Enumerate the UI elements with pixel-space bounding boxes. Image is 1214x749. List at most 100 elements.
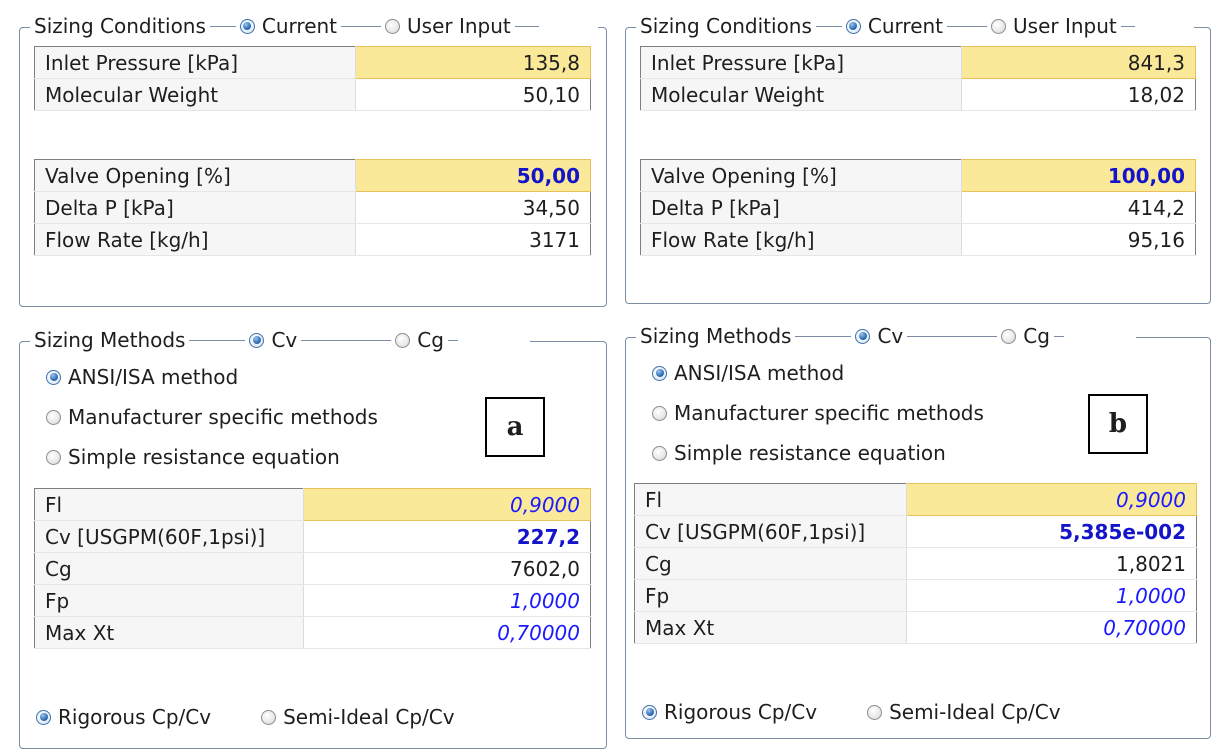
table-row: Delta P [kPa] 34,50 (34, 191, 591, 224)
table-row: Valve Opening [%] 50,00 (34, 159, 591, 192)
radio-unselected-icon (867, 704, 883, 720)
row-label: Fl (634, 483, 907, 516)
row-label: Max Xt (634, 611, 907, 644)
cp-cv-options: Rigorous Cp/Cv Semi-Ideal Cp/Cv (642, 700, 1061, 724)
row-label: Molecular Weight (34, 78, 356, 111)
ansi-isa-radio[interactable]: ANSI/ISA method (652, 353, 984, 393)
table-row: Cv [USGPM(60F,1psi)] 227,2 (34, 520, 591, 553)
cv-value-field[interactable]: 5,385e-002 (906, 515, 1197, 548)
radio-unselected-icon (46, 409, 61, 425)
cg-radio[interactable]: Cg (395, 328, 444, 352)
user-input-radio[interactable]: User Input (385, 14, 511, 38)
molecular-weight-field[interactable]: 18,02 (961, 78, 1196, 111)
table-row: Delta P [kPa] 414,2 (640, 191, 1196, 224)
cg-value-field[interactable]: 7602,0 (303, 552, 591, 585)
sizing-methods-title: Sizing Methods (640, 324, 792, 348)
sizing-conditions-legend: Sizing Conditions Current User Input (30, 11, 598, 41)
table-row: Max Xt 0,70000 (634, 611, 1197, 644)
row-label: Inlet Pressure [kPa] (640, 46, 962, 79)
flow-rate-field[interactable]: 95,16 (961, 223, 1196, 256)
radio-selected-icon (855, 328, 871, 344)
radio-unselected-icon (46, 449, 61, 465)
radio-unselected-icon (1001, 328, 1017, 344)
table-row: Cg 1,8021 (634, 547, 1197, 580)
table-row: Max Xt 0,70000 (34, 616, 591, 649)
cv-value-field[interactable]: 227,2 (303, 520, 591, 553)
row-label: Cg (34, 552, 304, 585)
conditions-table-1: Inlet Pressure [kPa] 135,8 Molecular Wei… (34, 46, 591, 111)
radio-unselected-icon (652, 445, 667, 461)
conditions-table-1: Inlet Pressure [kPa] 841,3 Molecular Wei… (640, 46, 1196, 111)
sizing-methods-title: Sizing Methods (34, 328, 186, 352)
table-row: Cv [USGPM(60F,1psi)] 5,385e-002 (634, 515, 1197, 548)
inlet-pressure-field[interactable]: 841,3 (961, 46, 1196, 79)
manufacturer-methods-radio[interactable]: Manufacturer specific methods (652, 393, 984, 433)
sizing-conditions-legend: Sizing Conditions Current User Input (636, 11, 1194, 41)
valve-opening-field[interactable]: 100,00 (961, 159, 1196, 192)
delta-p-field[interactable]: 34,50 (355, 191, 591, 224)
sizing-conditions-title: Sizing Conditions (640, 14, 812, 38)
manufacturer-methods-radio[interactable]: Manufacturer specific methods (46, 397, 378, 437)
radio-unselected-icon (652, 405, 667, 421)
radio-selected-icon (46, 369, 61, 385)
radio-selected-icon (239, 18, 255, 34)
cp-cv-options: Rigorous Cp/Cv Semi-Ideal Cp/Cv (36, 705, 455, 729)
semi-ideal-cp-cv-radio[interactable]: Semi-Ideal Cp/Cv (261, 705, 455, 729)
rigorous-cp-cv-radio[interactable]: Rigorous Cp/Cv (36, 705, 211, 729)
semi-ideal-cp-cv-radio[interactable]: Semi-Ideal Cp/Cv (867, 700, 1061, 724)
sizing-methods-legend: Sizing Methods Cv Cg (636, 321, 1136, 351)
cg-radio[interactable]: Cg (1001, 324, 1050, 348)
cv-radio[interactable]: Cv (249, 328, 297, 352)
table-row: Inlet Pressure [kPa] 841,3 (640, 46, 1196, 79)
molecular-weight-field[interactable]: 50,10 (355, 78, 591, 111)
table-row: Fp 1,0000 (34, 584, 591, 617)
flow-rate-field[interactable]: 3171 (355, 223, 591, 256)
row-label: Delta P [kPa] (34, 191, 356, 224)
panel-b: Sizing Conditions Current User Input Inl… (607, 0, 1214, 747)
fp-field[interactable]: 1,0000 (906, 579, 1197, 612)
simple-resistance-radio[interactable]: Simple resistance equation (652, 433, 984, 473)
row-label: Valve Opening [%] (640, 159, 962, 192)
current-radio[interactable]: Current (239, 14, 337, 38)
row-label: Inlet Pressure [kPa] (34, 46, 356, 79)
method-list: ANSI/ISA method Manufacturer specific me… (652, 353, 984, 473)
row-label: Fl (34, 488, 304, 521)
table-row: Fl 0,9000 (34, 488, 591, 521)
cv-radio[interactable]: Cv (855, 324, 903, 348)
cg-value-field[interactable]: 1,8021 (906, 547, 1197, 580)
sizing-methods-group: Sizing Methods Cv Cg ANSI/ISA method Man… (19, 325, 607, 749)
rigorous-cp-cv-radio[interactable]: Rigorous Cp/Cv (642, 700, 817, 724)
conditions-table-2: Valve Opening [%] 100,00 Delta P [kPa] 4… (640, 159, 1196, 256)
max-xt-field[interactable]: 0,70000 (303, 616, 591, 649)
panel-a: Sizing Conditions Current User Input Inl… (0, 0, 607, 749)
table-row: Molecular Weight 50,10 (34, 78, 591, 111)
methods-table: Fl 0,9000 Cv [USGPM(60F,1psi)] 227,2 Cg … (34, 488, 591, 649)
radio-selected-icon (642, 704, 657, 720)
ansi-isa-radio[interactable]: ANSI/ISA method (46, 357, 378, 397)
panel-tag: b (1088, 394, 1148, 454)
simple-resistance-radio[interactable]: Simple resistance equation (46, 437, 378, 477)
sizing-methods-group: Sizing Methods Cv Cg ANSI/ISA method Man… (625, 321, 1211, 739)
table-row: Molecular Weight 18,02 (640, 78, 1196, 111)
delta-p-field[interactable]: 414,2 (961, 191, 1196, 224)
row-label: Flow Rate [kg/h] (640, 223, 962, 256)
valve-opening-field[interactable]: 50,00 (355, 159, 591, 192)
current-radio[interactable]: Current (845, 14, 943, 38)
methods-table: Fl 0,9000 Cv [USGPM(60F,1psi)] 5,385e-00… (634, 483, 1197, 644)
radio-unselected-icon (395, 332, 411, 348)
row-label: Fp (34, 584, 304, 617)
table-row: Inlet Pressure [kPa] 135,8 (34, 46, 591, 79)
max-xt-field[interactable]: 0,70000 (906, 611, 1197, 644)
inlet-pressure-field[interactable]: 135,8 (355, 46, 591, 79)
fp-field[interactable]: 1,0000 (303, 584, 591, 617)
panel-tag: a (485, 397, 545, 457)
row-label: Max Xt (34, 616, 304, 649)
radio-selected-icon (845, 18, 861, 34)
radio-unselected-icon (385, 18, 401, 34)
user-input-radio[interactable]: User Input (991, 14, 1117, 38)
sizing-methods-legend: Sizing Methods Cv Cg (30, 325, 530, 355)
table-row: Fl 0,9000 (634, 483, 1197, 516)
fl-field[interactable]: 0,9000 (303, 488, 591, 521)
fl-field[interactable]: 0,9000 (906, 483, 1197, 516)
row-label: Molecular Weight (640, 78, 962, 111)
